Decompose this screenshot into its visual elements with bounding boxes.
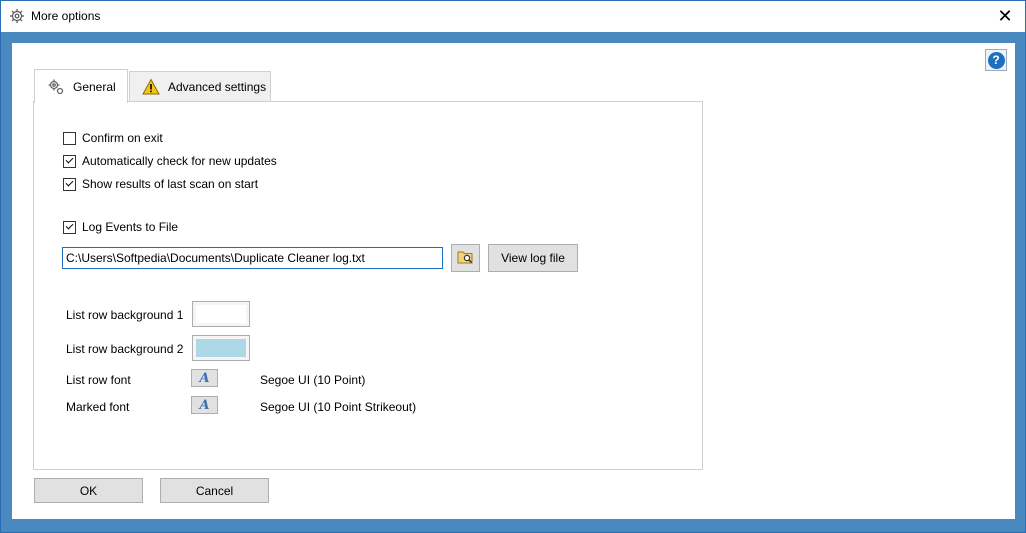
gear-icon [9,8,25,24]
row-font-label: List row font [66,373,131,387]
help-button[interactable]: ? [985,49,1007,71]
auto-updates-label: Automatically check for new updates [82,154,277,168]
log-events-checkbox[interactable] [63,220,76,234]
close-icon: ✕ [997,6,1013,26]
tab-general[interactable]: General [34,69,128,103]
marked-font-label: Marked font [66,400,130,414]
title-bar: More options ✕ [1,1,1025,32]
tab-advanced-label: Advanced settings [168,79,267,94]
font-icon: A [199,397,210,413]
row-bg2-label: List row background 2 [66,342,184,356]
folder-search-icon [457,249,475,268]
row-bg1-color-picker[interactable] [192,301,250,327]
close-button[interactable]: ✕ [985,1,1025,32]
help-icon: ? [987,51,1005,69]
confirm-exit-option[interactable]: Confirm on exit [63,131,163,145]
confirm-exit-label: Confirm on exit [82,131,163,145]
show-results-label: Show results of last scan on start [82,177,259,191]
marked-font-button[interactable]: A [191,396,218,414]
show-results-option[interactable]: Show results of last scan on start [63,177,258,191]
view-log-button[interactable]: View log file [488,244,578,272]
log-events-label: Log Events to File [82,220,179,234]
ok-button[interactable]: OK [34,478,143,503]
marked-font-value: Segoe UI (10 Point Strikeout) [260,400,417,414]
font-icon: A [199,370,210,386]
cancel-button[interactable]: Cancel [160,478,269,503]
gear-icon [47,78,65,96]
show-results-checkbox[interactable] [63,177,76,191]
row-bg1-swatch [196,305,246,323]
tab-advanced-settings[interactable]: Advanced settings [129,71,271,101]
browse-button[interactable] [451,244,480,272]
confirm-exit-checkbox[interactable] [63,131,76,145]
warning-icon [142,77,160,96]
row-bg2-swatch [196,339,246,357]
log-path-input[interactable] [62,247,443,269]
auto-updates-checkbox[interactable] [63,154,76,168]
log-events-option[interactable]: Log Events to File [63,220,178,234]
window-title: More options [31,9,101,23]
row-font-value: Segoe UI (10 Point) [260,373,366,387]
tab-general-label: General [73,79,116,94]
row-font-button[interactable]: A [191,369,218,387]
auto-updates-option[interactable]: Automatically check for new updates [63,154,277,168]
row-bg1-label: List row background 1 [66,308,184,322]
row-bg2-color-picker[interactable] [192,335,250,361]
